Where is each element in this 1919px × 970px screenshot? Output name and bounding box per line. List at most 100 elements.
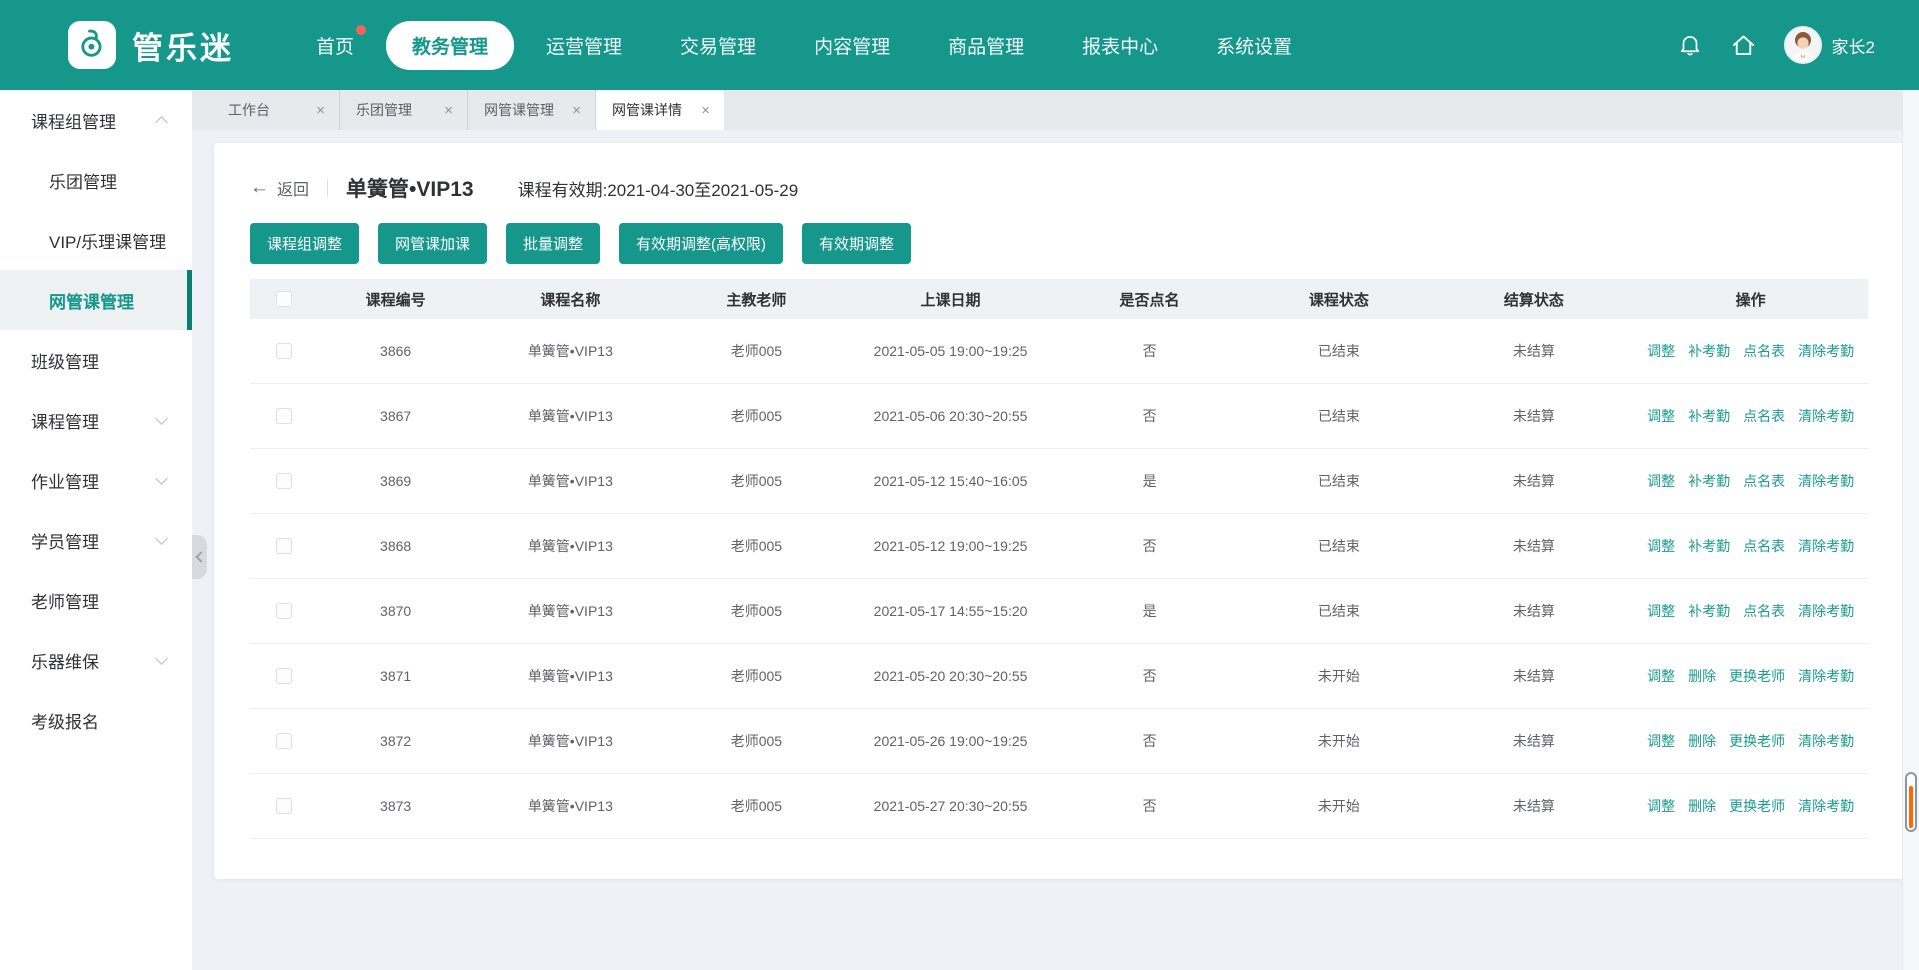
notification-dot [356, 25, 366, 35]
delete-link[interactable]: 删除 [1688, 731, 1716, 751]
detail-header: ← 返回 单簧管•VIP13 课程有效期:2021-04-30至2021-05-… [250, 143, 1868, 205]
close-icon[interactable]: × [316, 103, 325, 118]
nav-item-reports[interactable]: 报表中心 [1056, 21, 1184, 70]
change-teacher-link[interactable]: 更换老师 [1729, 666, 1785, 686]
adjust-course-group-button[interactable]: 课程组调整 [250, 223, 359, 264]
row-checkbox[interactable] [276, 343, 292, 359]
sidebar-item-vip-theory-mgmt[interactable]: VIP/乐理课管理 [0, 210, 192, 270]
select-all-checkbox[interactable] [276, 291, 292, 307]
change-teacher-link[interactable]: 更换老师 [1729, 796, 1785, 816]
makeup-attendance-link[interactable]: 补考勤 [1688, 406, 1730, 426]
add-online-course-button[interactable]: 网管课加课 [378, 223, 487, 264]
rollcall-sheet-link[interactable]: 点名表 [1743, 406, 1785, 426]
nav-item-academic[interactable]: 教务管理 [386, 21, 514, 70]
batch-adjust-button[interactable]: 批量调整 [506, 223, 600, 264]
sidebar-item-orchestra-mgmt[interactable]: 乐团管理 [0, 150, 192, 210]
row-checkbox[interactable] [276, 798, 292, 814]
nav-item-settings[interactable]: 系统设置 [1190, 21, 1318, 70]
nav-item-home[interactable]: 首页 [290, 21, 380, 70]
sidebar: 课程组管理乐团管理VIP/乐理课管理网管课管理班级管理课程管理作业管理学员管理老… [0, 90, 192, 970]
rollcall-sheet-link[interactable]: 点名表 [1743, 341, 1785, 361]
cell-rollcall: 否 [1056, 406, 1244, 426]
nav-item-operations[interactable]: 运营管理 [520, 21, 648, 70]
rollcall-sheet-link[interactable]: 点名表 [1743, 471, 1785, 491]
validity-adjust-button[interactable]: 有效期调整 [802, 223, 911, 264]
sidebar-item-exam-registration[interactable]: 考级报名 [0, 690, 192, 750]
page-scrollbar-thumb[interactable] [1905, 772, 1917, 832]
clear-attendance-link[interactable]: 清除考勤 [1798, 471, 1854, 491]
nav-item-label: 运营管理 [546, 37, 622, 58]
rollcall-sheet-link[interactable]: 点名表 [1743, 536, 1785, 556]
cell-settlement: 未结算 [1434, 731, 1633, 751]
course-detail-card: ← 返回 单簧管•VIP13 课程有效期:2021-04-30至2021-05-… [214, 143, 1904, 879]
clear-attendance-link[interactable]: 清除考勤 [1798, 341, 1854, 361]
close-icon[interactable]: × [444, 103, 453, 118]
column-header: 上课日期 [845, 289, 1055, 310]
user-name: 家长2 [1832, 33, 1875, 58]
sidebar-item-class-mgmt[interactable]: 班级管理 [0, 330, 192, 390]
tab-online-course-mgmt[interactable]: 网管课管理× [468, 90, 596, 130]
adjust-link[interactable]: 调整 [1647, 536, 1675, 556]
row-checkbox[interactable] [276, 408, 292, 424]
adjust-link[interactable]: 调整 [1647, 341, 1675, 361]
cell-status: 未开始 [1243, 666, 1434, 686]
clear-attendance-link[interactable]: 清除考勤 [1798, 406, 1854, 426]
cell-status: 已结束 [1243, 601, 1434, 621]
user-menu[interactable]: 家长2 [1784, 26, 1875, 64]
adjust-link[interactable]: 调整 [1647, 666, 1675, 686]
page-scrollbar-track[interactable] [1902, 90, 1919, 970]
row-checkbox[interactable] [276, 603, 292, 619]
row-checkbox-cell [250, 473, 318, 489]
row-checkbox[interactable] [276, 538, 292, 554]
clear-attendance-link[interactable]: 清除考勤 [1798, 536, 1854, 556]
sidebar-item-teacher-mgmt[interactable]: 老师管理 [0, 570, 192, 630]
cell-teacher: 老师005 [667, 601, 845, 621]
row-actions: 调整删除更换老师清除考勤 [1633, 731, 1868, 751]
close-icon[interactable]: × [572, 103, 581, 118]
back-button[interactable]: ← 返回 [250, 176, 309, 200]
adjust-link[interactable]: 调整 [1647, 471, 1675, 491]
row-checkbox[interactable] [276, 668, 292, 684]
clear-attendance-link[interactable]: 清除考勤 [1798, 601, 1854, 621]
makeup-attendance-link[interactable]: 补考勤 [1688, 601, 1730, 621]
clear-attendance-link[interactable]: 清除考勤 [1798, 731, 1854, 751]
sidebar-item-online-course-mgmt[interactable]: 网管课管理 [0, 270, 192, 330]
tab-orchestra-mgmt[interactable]: 乐团管理× [340, 90, 468, 130]
close-icon[interactable]: × [701, 103, 710, 118]
chevron-up-icon [155, 116, 168, 129]
makeup-attendance-link[interactable]: 补考勤 [1688, 471, 1730, 491]
nav-item-content[interactable]: 内容管理 [788, 21, 916, 70]
nav-item-goods[interactable]: 商品管理 [922, 21, 1050, 70]
adjust-link[interactable]: 调整 [1647, 796, 1675, 816]
sidebar-item-course-mgmt[interactable]: 课程管理 [0, 390, 192, 450]
nav-item-trade[interactable]: 交易管理 [654, 21, 782, 70]
sidebar-item-course-group-mgmt[interactable]: 课程组管理 [0, 90, 192, 150]
nav-item-label: 交易管理 [680, 37, 756, 58]
row-checkbox[interactable] [276, 473, 292, 489]
adjust-link[interactable]: 调整 [1647, 731, 1675, 751]
delete-link[interactable]: 删除 [1688, 666, 1716, 686]
makeup-attendance-link[interactable]: 补考勤 [1688, 341, 1730, 361]
delete-link[interactable]: 删除 [1688, 796, 1716, 816]
sidebar-item-student-mgmt[interactable]: 学员管理 [0, 510, 192, 570]
sidebar-item-instrument-maintenance[interactable]: 乐器维保 [0, 630, 192, 690]
column-header: 主教老师 [667, 289, 845, 310]
brand[interactable]: 管乐迷 [68, 21, 234, 69]
home-icon[interactable] [1730, 31, 1758, 59]
cell-settlement: 未结算 [1434, 666, 1633, 686]
row-checkbox-cell [250, 733, 318, 749]
sidebar-item-homework-mgmt[interactable]: 作业管理 [0, 450, 192, 510]
validity-adjust-admin-button[interactable]: 有效期调整(高权限) [619, 223, 783, 264]
clear-attendance-link[interactable]: 清除考勤 [1798, 796, 1854, 816]
change-teacher-link[interactable]: 更换老师 [1729, 731, 1785, 751]
makeup-attendance-link[interactable]: 补考勤 [1688, 536, 1730, 556]
adjust-link[interactable]: 调整 [1647, 601, 1675, 621]
tab-workbench[interactable]: 工作台× [212, 90, 340, 130]
sidebar-collapse-handle[interactable] [192, 535, 207, 579]
bell-icon[interactable] [1676, 31, 1704, 59]
rollcall-sheet-link[interactable]: 点名表 [1743, 601, 1785, 621]
row-checkbox[interactable] [276, 733, 292, 749]
clear-attendance-link[interactable]: 清除考勤 [1798, 666, 1854, 686]
tab-online-course-detail[interactable]: 网管课详情× [596, 90, 724, 130]
adjust-link[interactable]: 调整 [1647, 406, 1675, 426]
